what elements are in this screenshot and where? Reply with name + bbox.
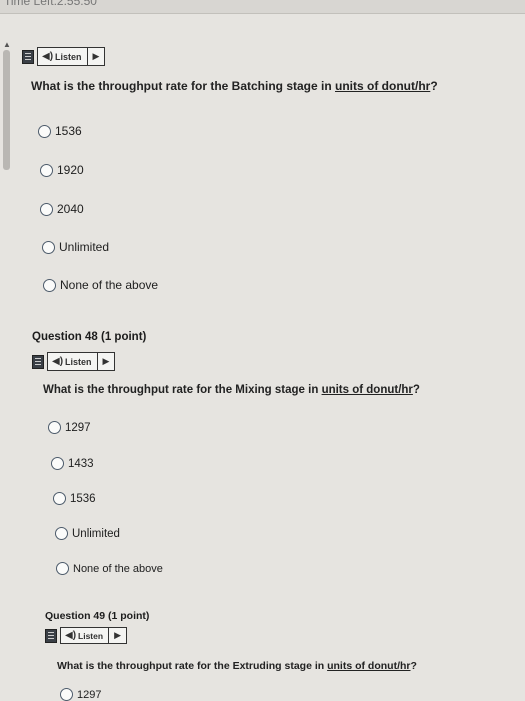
listen-button-q47[interactable]: ◀) Listen ▶ <box>37 47 106 66</box>
option-q48-1433[interactable]: 1433 <box>51 457 94 470</box>
radio-button[interactable] <box>42 240 55 254</box>
document-icon <box>22 49 34 64</box>
radio-button[interactable] <box>43 278 56 292</box>
question-text-q49: What is the throughput rate for the Extr… <box>57 660 417 672</box>
radio-button[interactable] <box>38 124 51 138</box>
option-q47-1536[interactable]: 1536 <box>38 124 82 138</box>
option-q47-2040[interactable]: 2040 <box>40 202 84 216</box>
radio-button[interactable] <box>60 688 73 701</box>
scroll-up-arrow-icon[interactable]: ▲ <box>3 40 11 49</box>
option-q48-unlimited[interactable]: Unlimited <box>55 527 120 540</box>
listen-button-q48[interactable]: ◀) Listen ▶ <box>47 352 116 371</box>
time-left-text: Time Left:2:55:50 <box>4 0 97 8</box>
play-icon[interactable]: ▶ <box>108 628 126 643</box>
radio-button[interactable] <box>40 163 53 177</box>
speaker-icon: ◀) <box>65 630 77 641</box>
radio-button[interactable] <box>53 492 66 505</box>
listen-toolbar-q49: ◀) Listen ▶ <box>45 627 127 644</box>
option-q49-1297[interactable]: 1297 <box>60 688 101 701</box>
question-text-q47: What is the throughput rate for the Batc… <box>31 79 438 93</box>
option-q47-unlimited[interactable]: Unlimited <box>42 240 109 254</box>
option-q48-none[interactable]: None of the above <box>56 562 163 575</box>
radio-button[interactable] <box>51 457 64 470</box>
radio-button[interactable] <box>40 202 53 216</box>
option-q47-1920[interactable]: 1920 <box>40 163 84 177</box>
listen-toolbar-q47: ◀) Listen ▶ <box>22 47 106 66</box>
document-icon <box>45 628 57 643</box>
play-icon[interactable]: ▶ <box>86 48 105 65</box>
top-status-bar: Time Left:2:55:50 <box>0 0 525 14</box>
radio-button[interactable] <box>56 562 69 575</box>
question-text-q48: What is the throughput rate for the Mixi… <box>43 384 420 396</box>
play-icon[interactable]: ▶ <box>96 353 115 370</box>
question-header-q49: Question 49 (1 point) <box>45 610 150 622</box>
radio-button[interactable] <box>48 421 61 434</box>
speaker-icon: ◀) <box>42 51 54 62</box>
scrollbar-thumb[interactable] <box>3 50 10 170</box>
radio-button[interactable] <box>55 527 68 540</box>
question-header-q48: Question 48 (1 point) <box>32 331 147 343</box>
listen-button-q49[interactable]: ◀) Listen ▶ <box>60 627 127 644</box>
option-q48-1536[interactable]: 1536 <box>53 492 96 505</box>
option-q48-1297[interactable]: 1297 <box>48 421 91 434</box>
speaker-icon: ◀) <box>52 356 64 367</box>
option-q47-none[interactable]: None of the above <box>43 278 158 292</box>
document-icon <box>32 354 44 369</box>
listen-toolbar-q48: ◀) Listen ▶ <box>32 352 116 371</box>
